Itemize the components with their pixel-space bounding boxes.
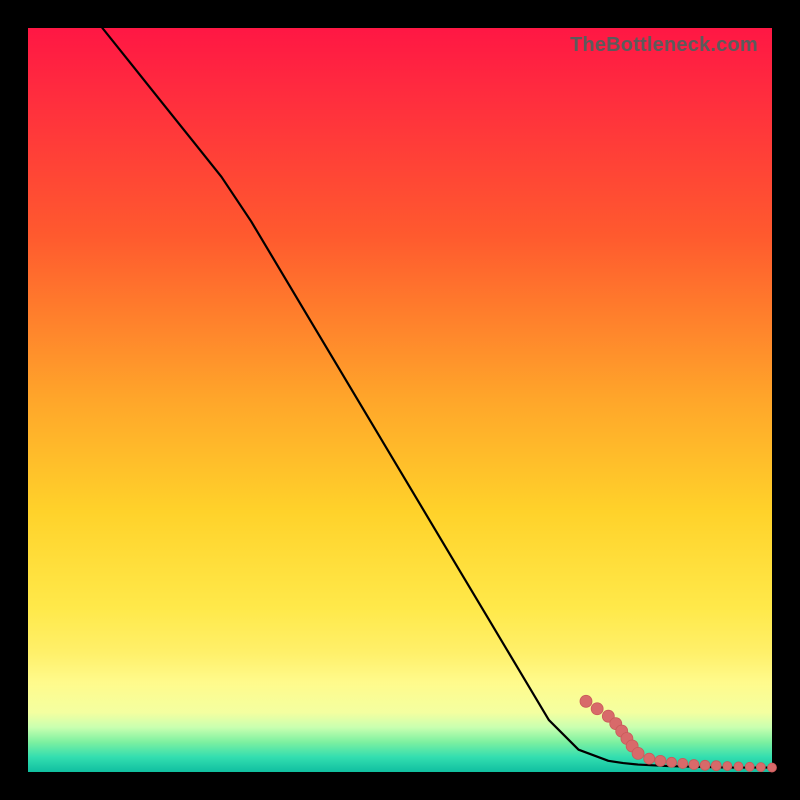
plot-area: TheBottleneck.com <box>28 28 772 772</box>
data-marker <box>667 757 677 767</box>
data-marker <box>689 760 699 770</box>
data-marker <box>644 753 655 764</box>
data-marker <box>734 762 743 771</box>
data-marker <box>632 747 644 759</box>
curve-line <box>102 28 772 768</box>
data-marker <box>580 695 592 707</box>
data-marker <box>711 761 721 771</box>
data-marker <box>655 755 666 766</box>
data-marker <box>768 763 777 772</box>
data-marker <box>700 760 710 770</box>
data-marker <box>678 758 688 768</box>
data-marker <box>756 763 765 772</box>
data-marker <box>745 762 754 771</box>
chart-frame: TheBottleneck.com <box>0 0 800 800</box>
data-marker <box>591 703 603 715</box>
chart-overlay <box>28 28 772 772</box>
data-marker <box>723 762 732 771</box>
